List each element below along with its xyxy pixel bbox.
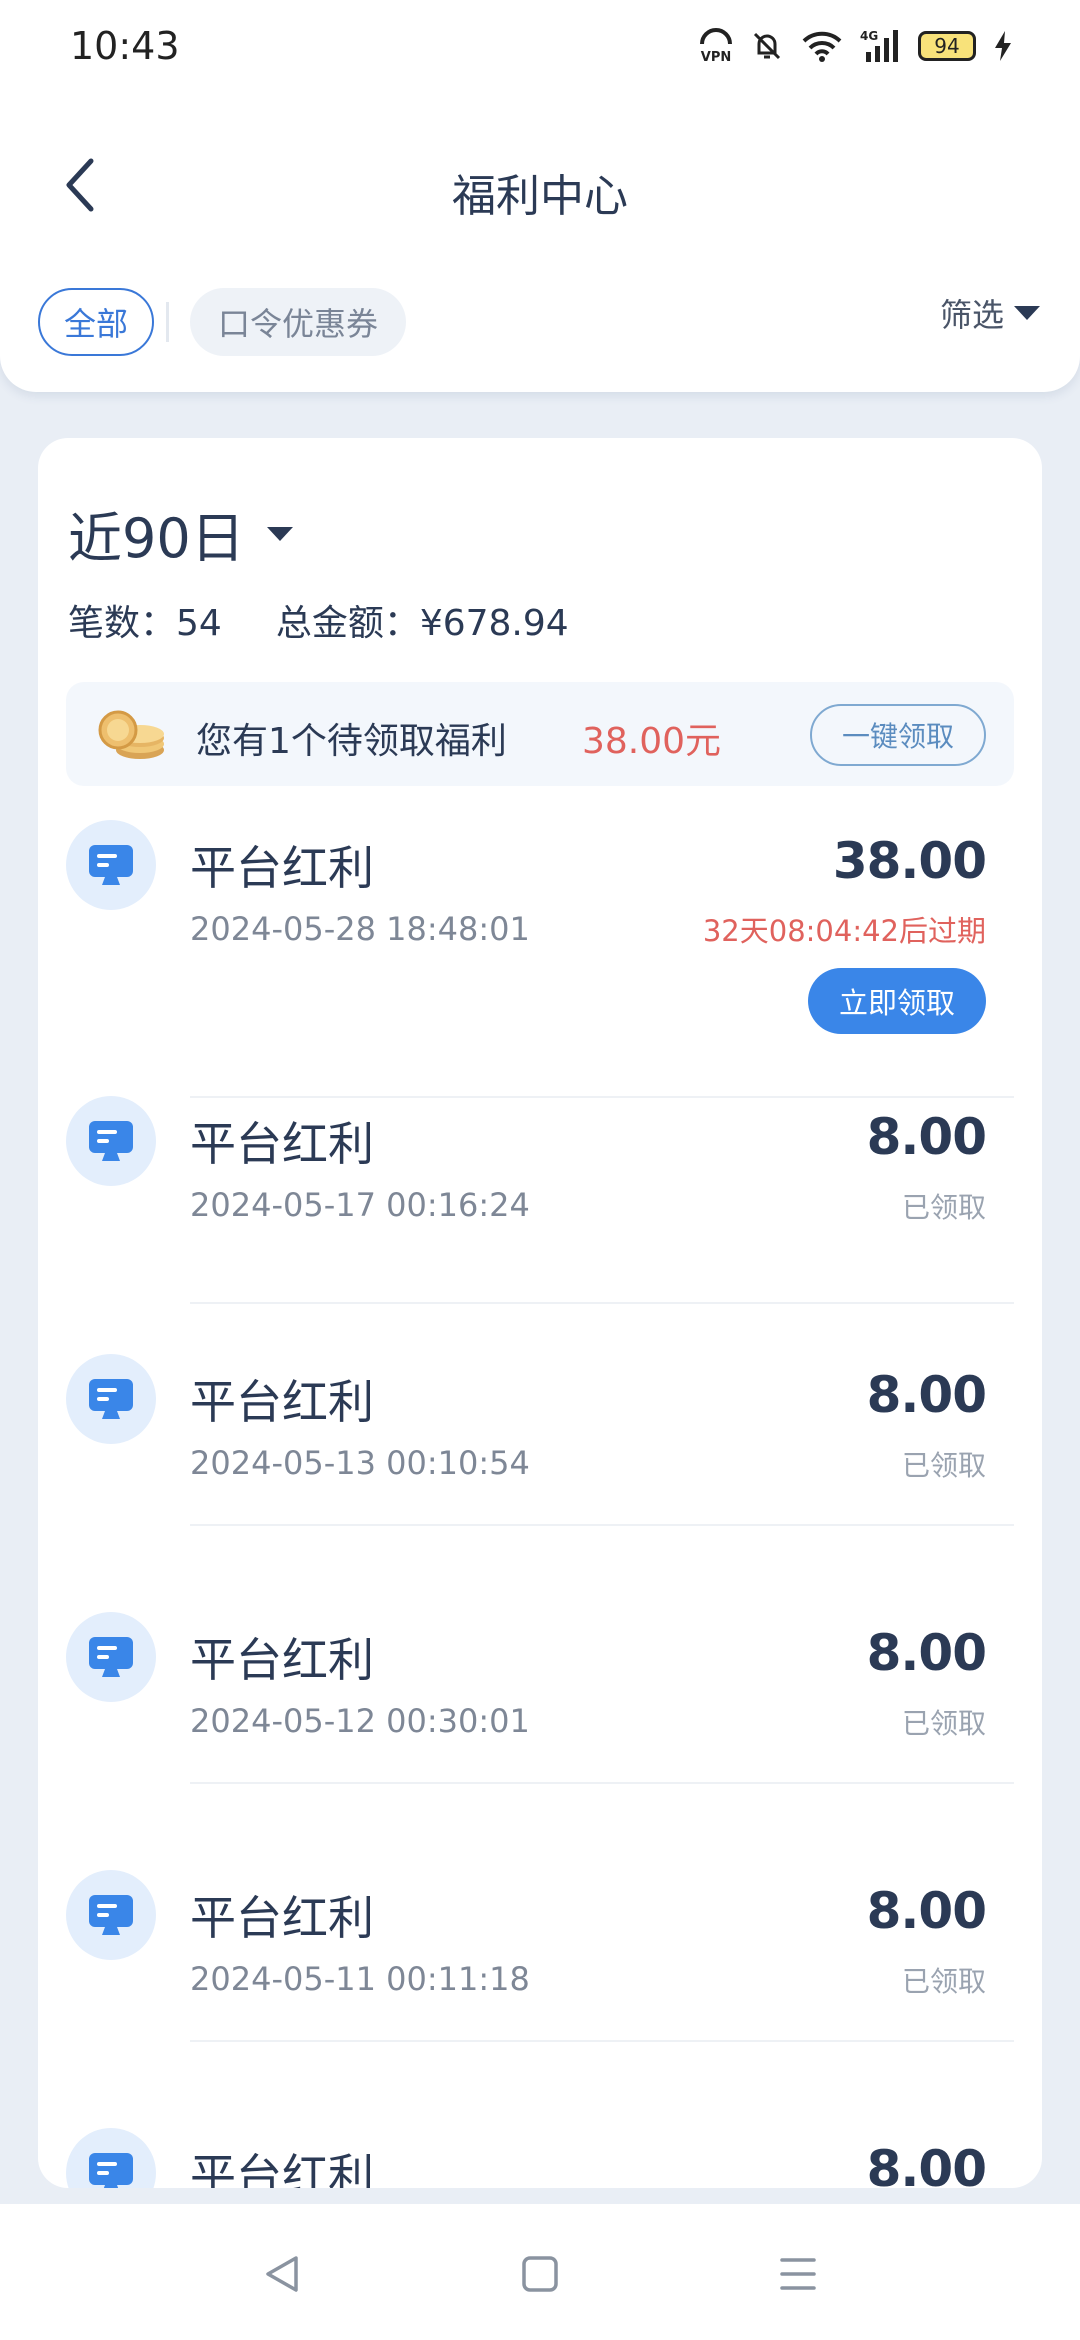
header: 10:43 VPN 4G 94 福利中心 全部 口令优惠券 筛选	[0, 0, 1080, 392]
item-amount: 8.00	[866, 1624, 987, 1682]
filter-button[interactable]: 筛选	[940, 290, 1040, 336]
claim-now-button[interactable]: 立即领取	[808, 968, 986, 1034]
item-amount: 8.00	[866, 1366, 987, 1424]
banner-amount: 38.00元	[582, 721, 722, 762]
nav-menu-button[interactable]	[768, 2244, 828, 2304]
banner-text: 您有1个待领取福利	[196, 721, 507, 762]
item-status: 已领取	[901, 1191, 986, 1224]
menu-nav-icon	[780, 2258, 816, 2290]
divider	[190, 2040, 1014, 2042]
status-icons: VPN 4G 94	[698, 28, 1014, 64]
chip-coupon[interactable]: 口令优惠券	[190, 288, 406, 356]
back-nav-icon	[266, 2256, 298, 2292]
charging-icon	[992, 29, 1014, 63]
item-title: 平台红利	[190, 1375, 374, 1429]
divider	[190, 1782, 1014, 1784]
total-label: 总金额：¥678.94	[275, 603, 569, 644]
divider	[190, 1524, 1014, 1526]
title-bar: 福利中心	[0, 140, 1080, 236]
list-item[interactable]: 平台红利 2024-05-13 00:10:54 8.00 已领取	[38, 1354, 1042, 1612]
svg-text:VPN: VPN	[701, 50, 731, 64]
item-date: 2024-05-17 00:16:24	[190, 1186, 530, 1224]
status-bar: 10:43 VPN 4G 94	[0, 0, 1080, 96]
nav-back-button[interactable]	[252, 2244, 312, 2304]
caret-down-icon	[266, 526, 293, 541]
monitor-icon	[66, 820, 156, 910]
divider	[190, 1302, 1014, 1304]
item-status: 已领取	[901, 1449, 986, 1482]
status-time: 10:43	[70, 24, 180, 68]
item-title: 平台红利	[190, 1117, 374, 1171]
chip-all[interactable]: 全部	[38, 288, 154, 356]
filter-row: 全部 口令优惠券 筛选	[0, 286, 1080, 360]
monitor-icon	[66, 1354, 156, 1444]
range-selector[interactable]: 近90日	[68, 494, 293, 573]
item-title: 平台红利	[190, 841, 374, 895]
nav-home-button[interactable]	[510, 2244, 570, 2304]
monitor-icon	[66, 1870, 156, 1960]
item-title: 平台红利	[190, 1891, 374, 1945]
item-date: 2024-05-13 00:10:54	[190, 1444, 530, 1482]
item-date: 2024-05-28 18:48:01	[190, 910, 530, 948]
monitor-icon	[66, 1096, 156, 1186]
page-title: 福利中心	[452, 171, 628, 222]
battery-icon: 94	[918, 31, 976, 61]
monitor-icon	[66, 2128, 156, 2188]
item-status: 已领取	[901, 1707, 986, 1740]
caret-down-icon	[1014, 306, 1040, 320]
home-nav-icon	[522, 2256, 558, 2292]
records-card: 近90日 笔数：54 总金额：¥678.94 您有1个待领取福利 38.00元 …	[38, 438, 1042, 2188]
coins-icon	[98, 710, 164, 759]
item-date: 2024-05-12 00:30:01	[190, 1702, 530, 1740]
wifi-icon	[800, 29, 844, 63]
item-amount: 8.00	[866, 2140, 987, 2188]
item-amount: 8.00	[866, 1108, 987, 1166]
svg-text:4G: 4G	[860, 29, 878, 43]
vpn-icon: VPN	[698, 28, 734, 64]
list-item[interactable]: 平台红利 2024-05-11 00:11:18 8.00 已领取	[38, 1870, 1042, 2128]
item-amount: 8.00	[866, 1882, 987, 1940]
filter-label: 筛选	[939, 296, 1004, 334]
list-item[interactable]: 平台红利 2024-05-28 18:48:01 38.00 32天08:04:…	[38, 812, 1042, 1098]
claim-all-button[interactable]: 一键领取	[810, 704, 986, 766]
list-item[interactable]: 平台红利 2024-05-12 00:30:01 8.00 已领取	[38, 1612, 1042, 1870]
monitor-icon	[66, 1612, 156, 1702]
pending-banner: 您有1个待领取福利 38.00元 一键领取	[66, 682, 1014, 786]
signal-icon: 4G	[860, 28, 902, 64]
item-title: 平台红利	[190, 2149, 374, 2188]
count-label: 笔数：54	[68, 603, 222, 644]
list-item[interactable]: 平台红利 2024-05-17 00:16:24 8.00 已领取	[38, 1096, 1042, 1354]
item-date: 2024-05-11 00:11:18	[190, 1960, 530, 1998]
bell-off-icon	[750, 29, 784, 63]
records-list: 平台红利 2024-05-28 18:48:01 38.00 32天08:04:…	[38, 812, 1042, 2188]
item-expire: 32天08:04:42后过期	[702, 914, 986, 948]
system-nav-bar	[0, 2204, 1080, 2340]
item-amount: 38.00	[832, 832, 987, 890]
summary-stats: 笔数：54 总金额：¥678.94	[68, 594, 569, 646]
item-status: 已领取	[901, 1965, 986, 1998]
chip-divider	[166, 302, 169, 342]
range-label: 近90日	[68, 507, 245, 570]
item-title: 平台红利	[190, 1633, 374, 1687]
welfare-center-page: 10:43 VPN 4G 94 福利中心 全部 口令优惠券 筛选 近90日 笔数…	[0, 0, 1080, 2340]
list-item[interactable]: 平台红利 8.00	[38, 2128, 1042, 2188]
